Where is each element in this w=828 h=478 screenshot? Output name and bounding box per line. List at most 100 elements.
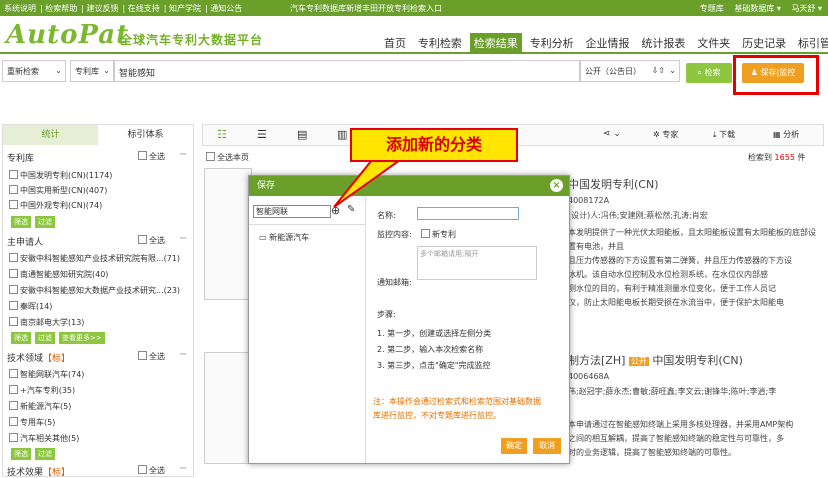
analysis-icon: ▦ bbox=[773, 130, 781, 139]
list-item[interactable]: +汽车专利(35) bbox=[9, 385, 75, 396]
sort-direction-icon[interactable]: ⇩⇧ bbox=[652, 66, 665, 75]
analysis-button[interactable]: ▦ 分析 bbox=[773, 129, 799, 140]
logo: AutoPat bbox=[6, 20, 130, 50]
list-item[interactable]: 智能网联汽车(74) bbox=[9, 369, 84, 380]
sort-label: 公开（公告日） bbox=[585, 67, 641, 76]
cancel-button[interactable]: 取消 bbox=[533, 438, 561, 454]
select-page-checkbox[interactable]: 全选本页 bbox=[206, 152, 249, 163]
top-link-help[interactable]: 检索帮助 bbox=[45, 4, 77, 13]
chevron-down-icon: ⌄ bbox=[55, 66, 62, 75]
folder-pane: 智能网联 ⊕ ✎ ▭ 新能源汽车 bbox=[249, 196, 366, 463]
select-all-library[interactable]: 全选 bbox=[138, 151, 165, 162]
exclude-button[interactable]: 过滤 bbox=[35, 448, 55, 460]
top-base-db[interactable]: 基础数据库 ▾ bbox=[734, 4, 781, 13]
collapse-icon[interactable]: − bbox=[179, 349, 187, 360]
nav-patent-search[interactable]: 专利检索 bbox=[414, 33, 466, 53]
share-icon[interactable]: ⋖ ⌄ bbox=[603, 129, 621, 139]
top-link-feedback[interactable]: 建议反馈 bbox=[87, 4, 119, 13]
list-item[interactable]: 秦晖(14) bbox=[9, 301, 52, 312]
list-item[interactable]: 中国实用新型(CN)(407) bbox=[9, 185, 107, 196]
top-link-system[interactable]: 系统说明 bbox=[4, 4, 36, 13]
section-title-library: 专利库 bbox=[7, 154, 35, 164]
folder-item[interactable]: ▭ 新能源汽车 bbox=[259, 232, 309, 243]
nav-home[interactable]: 首页 bbox=[380, 33, 410, 53]
top-user-menu[interactable]: 马天舒 ▾ bbox=[791, 4, 822, 13]
filter-button[interactable]: 筛选 bbox=[11, 216, 31, 228]
new-patent-checkbox[interactable]: 新专利 bbox=[421, 229, 456, 240]
list-item[interactable]: 安徽中科智能感知大数据产业技术研究...(23) bbox=[9, 285, 180, 296]
filter-button[interactable]: 筛选 bbox=[11, 448, 31, 460]
nav-history[interactable]: 历史记录 bbox=[738, 33, 790, 53]
close-icon[interactable]: × bbox=[550, 179, 563, 192]
result2-title[interactable]: 制方法[ZH] 公开 中国发明专利(CN) bbox=[568, 352, 743, 368]
nav-stat-report[interactable]: 统计报表 bbox=[637, 33, 689, 53]
nav-search-results[interactable]: 检索结果 bbox=[469, 33, 522, 53]
search-input[interactable]: 智能感知 bbox=[114, 60, 580, 82]
top-bar: 系统说明 | 检索帮助 | 建议反馈 | 在线支持 | 知产学院 | 通知公告 汽车专利数… bbox=[0, 0, 828, 16]
nav-enterprise-intel[interactable]: 企业情报 bbox=[582, 33, 634, 53]
more-button[interactable]: 查看更多>> bbox=[59, 332, 105, 344]
tab-index[interactable]: 标引体系 bbox=[98, 125, 193, 145]
patent-drawing-1[interactable] bbox=[204, 168, 252, 300]
email-label: 通知邮箱: bbox=[377, 278, 412, 287]
steps-title: 步骤: bbox=[377, 310, 396, 319]
download-button[interactable]: ⤓ 下载 bbox=[713, 129, 735, 140]
name-input[interactable] bbox=[417, 207, 519, 220]
search-button[interactable]: ⌕ 检索 bbox=[686, 63, 732, 83]
result2-abstract: 本申请通过在智能感知终端上采用多核处理器，并采用AMP架构 之间的相互解耦，提高… bbox=[568, 420, 794, 457]
top-notice[interactable]: 汽车专利数据库新增丰田开放专利检索入口 bbox=[290, 3, 442, 14]
nav-underline bbox=[0, 52, 828, 54]
list-item[interactable]: 南京邮电大学(13) bbox=[9, 317, 84, 328]
tab-stats[interactable]: 统计 bbox=[3, 125, 98, 145]
search-icon: ⌕ bbox=[697, 68, 702, 77]
result1-inventors: (设计)人:冯伟;安建刚;蔡松然;孔涛;肖宏 bbox=[568, 211, 708, 220]
expert-button[interactable]: ✲ 专家 bbox=[653, 129, 678, 140]
collapse-icon[interactable]: − bbox=[179, 149, 187, 160]
result1-abstract: 本发明提供了一种光伏太阳能板，且太阳能板设置有太阳能板的底部设置有电池，并且 且… bbox=[568, 228, 816, 306]
result2-inventors: 伟;赵冠宇;薛永杰;曹敏;薛旺鑫;李文云;谢锋华;陈叶;李逍;李 bbox=[568, 387, 777, 396]
nav-index-mgmt[interactable]: 标引管理 bbox=[794, 33, 828, 53]
confirm-button[interactable]: 确定 bbox=[501, 438, 527, 454]
search-mode-select[interactable]: 重新检索 ⌄ bbox=[2, 60, 66, 82]
library-label: 专利库 bbox=[75, 67, 99, 76]
filter-button[interactable]: 筛选 bbox=[11, 332, 31, 344]
highlight-box bbox=[733, 55, 819, 95]
collapse-icon[interactable]: − bbox=[179, 233, 187, 244]
email-textarea[interactable]: 多个邮箱请用;隔开 bbox=[417, 246, 537, 280]
exclude-button[interactable]: 过滤 bbox=[35, 332, 55, 344]
select-all-applicant[interactable]: 全选 bbox=[138, 235, 165, 246]
top-link-support[interactable]: 在线支持 bbox=[128, 4, 160, 13]
list-item[interactable]: 专用车(5) bbox=[9, 417, 55, 428]
top-topic-db[interactable]: 专题库 bbox=[700, 4, 724, 13]
grid-view-icon[interactable]: ☷ bbox=[217, 128, 227, 141]
list-item[interactable]: 中国发明专利(CN)(1174) bbox=[9, 170, 112, 181]
select-all-effect[interactable]: 全选 bbox=[138, 465, 165, 476]
result2-number: 4006468A bbox=[568, 372, 610, 381]
section-title-applicant: 主申请人 bbox=[7, 238, 44, 248]
top-link-academy[interactable]: 知产学院 bbox=[169, 4, 201, 13]
chevron-down-icon: ⌄ bbox=[669, 66, 676, 75]
note-line-2: 库进行监控，不对专题库进行监控。 bbox=[373, 411, 501, 420]
list-item[interactable]: 中国外观专利(CN)(74) bbox=[9, 200, 102, 211]
main-nav: 首页 专利检索 检索结果 专利分析 企业情报 统计报表 文件夹 历史记录 标引管… bbox=[380, 33, 828, 53]
patent-drawing-2[interactable] bbox=[204, 352, 252, 464]
exclude-button[interactable]: 过滤 bbox=[35, 216, 55, 228]
collapse-icon[interactable]: − bbox=[179, 463, 187, 474]
nav-folder[interactable]: 文件夹 bbox=[693, 33, 734, 53]
nav-patent-analysis[interactable]: 专利分析 bbox=[526, 33, 578, 53]
list-item[interactable]: 汽车相关其他(5) bbox=[9, 433, 79, 444]
step-3: 3. 第三步，点击"确定"完成监控 bbox=[377, 361, 491, 370]
list-view-icon[interactable]: ☰ bbox=[257, 128, 267, 141]
sort-select[interactable]: 公开（公告日） ⇩⇧ ⌄ bbox=[580, 60, 680, 82]
list-item[interactable]: 南通智能感知研究院(40) bbox=[9, 269, 108, 280]
list-item[interactable]: 安徽中科智能感知产业技术研究院有限...(71) bbox=[9, 253, 180, 264]
download-icon: ⤓ bbox=[713, 130, 717, 139]
list-item[interactable]: 新能源汽车(5) bbox=[9, 401, 71, 412]
monitor-label: 监控内容: bbox=[377, 230, 412, 239]
select-all-tech[interactable]: 全选 bbox=[138, 351, 165, 362]
library-select[interactable]: 专利库 ⌄ bbox=[70, 60, 114, 82]
top-link-notice[interactable]: 通知公告 bbox=[210, 4, 242, 13]
step-1: 1. 第一步，创建或选择左侧分类 bbox=[377, 329, 492, 338]
result1-title[interactable]: 中国发明专利(CN) bbox=[568, 176, 659, 192]
left-panel: 统计 标引体系 专利库 全选 − 中国发明专利(CN)(1174) 中国实用新型… bbox=[2, 124, 194, 478]
